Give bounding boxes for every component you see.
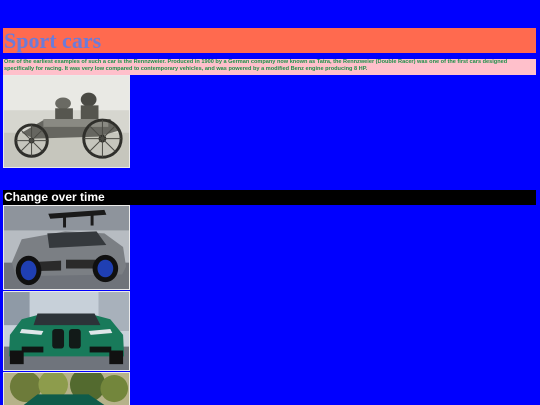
page-title: Sport cars [3, 27, 536, 53]
vintage-race-car-photo [3, 75, 130, 168]
intro-paragraph: One of the earliest examples of such a c… [3, 58, 536, 75]
partial-car-photo [3, 372, 130, 405]
green-sports-car-photo [3, 291, 130, 371]
grey-widebody-sports-car-photo [3, 205, 130, 290]
section-heading-change-over-time: Change over time [3, 189, 536, 205]
